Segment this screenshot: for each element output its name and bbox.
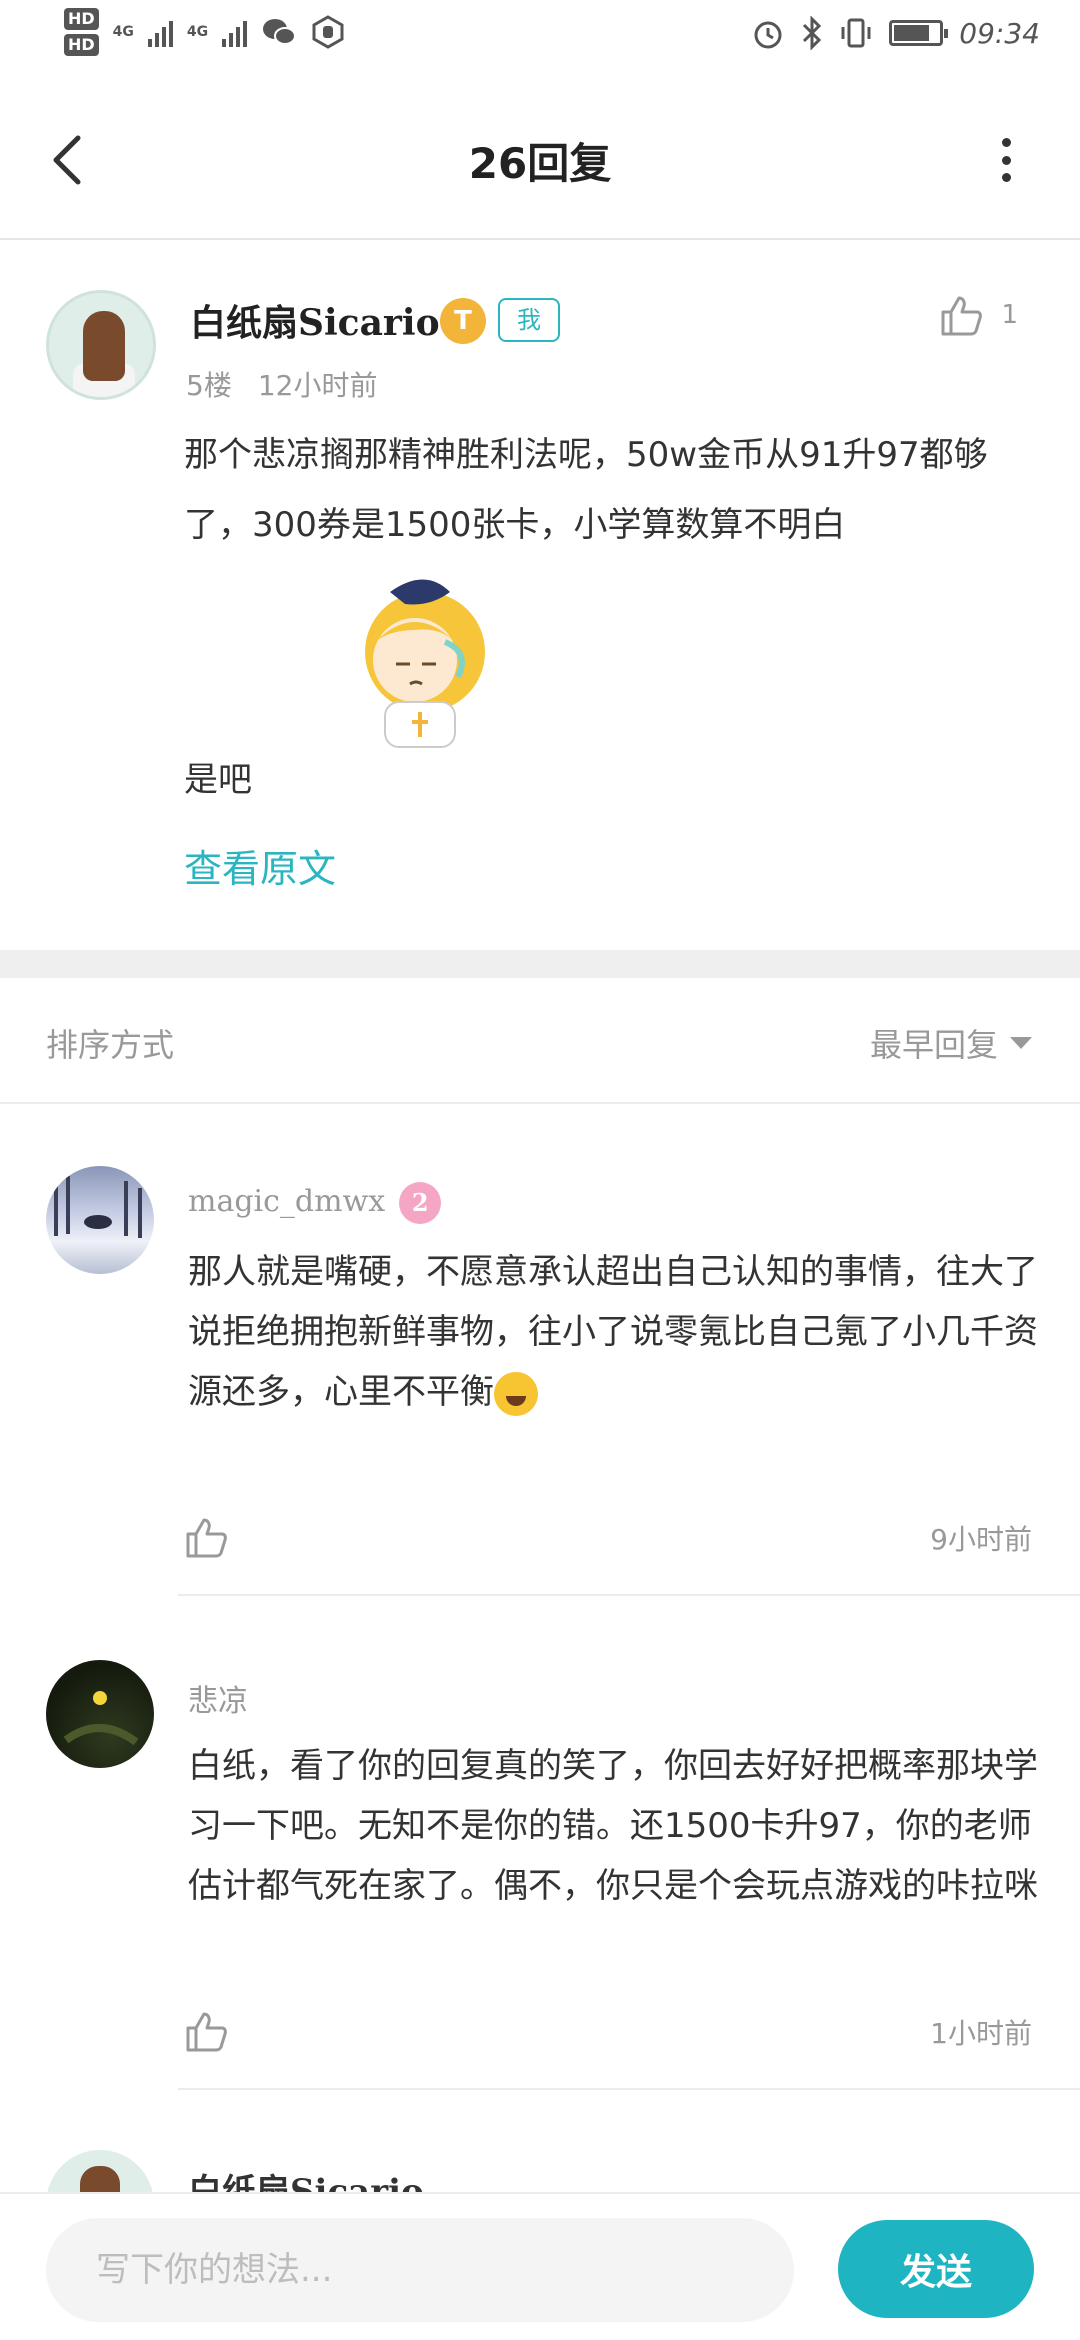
avatar[interactable] (46, 1166, 154, 1274)
app-header: 26回复 (0, 80, 1080, 240)
chevron-down-icon (1010, 1037, 1032, 1049)
post-content: 那个悲凉搁那精神胜利法呢，50w金币从91升97都够了，300券是1500张卡，… (184, 435, 988, 545)
main-post: 白纸扇Sicario T 我 1 5楼 12小时前 那个悲凉搁那精神胜利法呢，5… (0, 242, 1080, 950)
post-like-count: 1 (1001, 300, 1018, 330)
post-floor: 5楼 (186, 369, 232, 402)
post-like-button[interactable]: 1 (939, 294, 1018, 336)
section-divider (0, 950, 1080, 978)
bluetooth-icon (803, 16, 822, 50)
sort-label: 排序方式 (46, 1026, 175, 1064)
divider (178, 1594, 1080, 1596)
reply-username[interactable]: magic_dmwx 2 (188, 1182, 442, 1224)
network-type-1: 4G (112, 24, 134, 40)
reply-username[interactable]: 悲凉 (188, 1676, 248, 1720)
status-bar: HD HD 4G 4G 09:34 (0, 0, 1080, 80)
divider (178, 2088, 1080, 2090)
view-original-link[interactable]: 查看原文 (184, 838, 336, 893)
me-badge: 我 (498, 298, 560, 342)
battery-icon (889, 20, 949, 46)
network-type-2: 4G (186, 24, 209, 40)
alarm-icon (754, 21, 782, 49)
reply-username-text: magic_dmwx (188, 1184, 386, 1219)
post-username[interactable]: 白纸扇Sicario (190, 294, 440, 346)
reply-time: 1小时前 (930, 2017, 1032, 2050)
clock: 09:34 (959, 16, 1040, 50)
reply-content: 那人就是嘴硬，不愿意承认超出自己认知的事情，往大了说拒绝拥抱新鲜事物，往小了说零… (188, 1242, 1038, 1422)
post-content-tail: 是吧 (184, 760, 252, 800)
avatar[interactable] (46, 1660, 154, 1768)
reply-time: 9小时前 (930, 1523, 1032, 1556)
reply-item: 白纸扇Sicario (0, 2092, 1080, 2258)
status-left: HD HD 4G 4G (64, 8, 345, 56)
page-title: 26回复 (468, 139, 612, 188)
post-time: 12小时前 (257, 369, 378, 402)
sort-bar: 排序方式 最早回复 (0, 978, 1080, 1104)
sticker-image (365, 579, 485, 748)
wechat-icon (263, 19, 297, 45)
sort-dropdown[interactable]: 最早回复 (870, 1020, 1032, 1066)
sort-selected: 最早回复 (869, 1026, 998, 1064)
reply-item: magic_dmwx 2 那人就是嘴硬，不愿意承认超出自己认知的事情，往大了说拒绝… (0, 1104, 1080, 1598)
send-button[interactable]: 发送 (838, 2220, 1034, 2318)
thumbs-up-icon (941, 296, 983, 336)
reply-content: 白纸，看了你的回复真的笑了，你回去好好把概率那块学习一下吧。无知不是你的错。还1… (188, 1746, 1038, 1906)
reply-item: 悲凉 白纸，看了你的回复真的笑了，你回去好好把概率那块学习一下吧。无知不是你的错… (0, 1598, 1080, 2092)
thumbs-up-icon[interactable] (184, 2010, 228, 2052)
composer-bar: 发送 (0, 2192, 1080, 2340)
reply-content-text: 那人就是嘴硬，不愿意承认超出自己认知的事情，往大了说拒绝拥抱新鲜事物，往小了说零… (188, 1252, 1038, 1412)
hd1-indicator: HD (64, 8, 99, 30)
hd2-indicator: HD (64, 34, 99, 56)
comment-input[interactable] (46, 2218, 794, 2322)
avatar[interactable] (46, 290, 156, 400)
laughing-emoji-icon (494, 1371, 538, 1416)
thumbs-up-icon[interactable] (184, 1516, 228, 1558)
status-right: 09:34 (751, 16, 1040, 50)
level-badge: T (440, 298, 486, 344)
signal-icon (147, 17, 173, 47)
signal-icon-2 (222, 17, 248, 47)
vibrate-icon (841, 18, 871, 48)
shield-hand-icon (312, 15, 344, 49)
level-badge: 2 (399, 1182, 442, 1224)
more-options-icon[interactable] (1000, 138, 1012, 182)
post-meta: 5楼 12小时前 (186, 364, 377, 404)
